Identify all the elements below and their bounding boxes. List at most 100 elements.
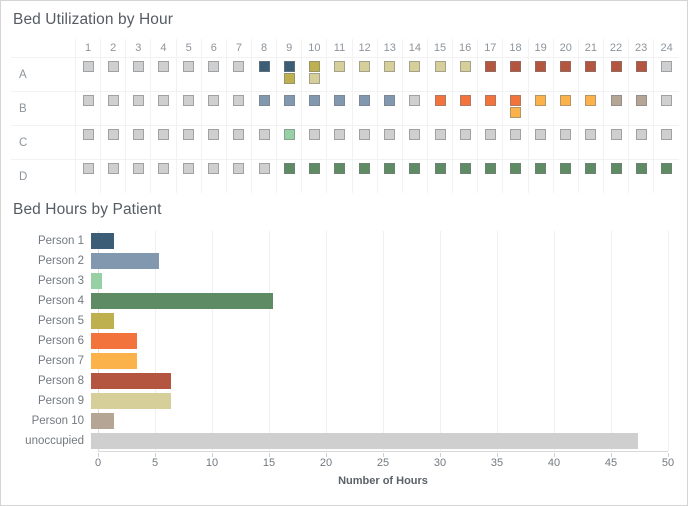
utilization-cell-b-19[interactable]: [527, 91, 554, 126]
bar-fill-person-1[interactable]: [91, 233, 114, 249]
utilization-cell-b-11[interactable]: [326, 91, 353, 126]
bar-fill-person-9[interactable]: [91, 393, 171, 409]
utilization-cell-a-9[interactable]: [276, 57, 302, 92]
utilization-cell-d-18[interactable]: [502, 159, 529, 193]
utilization-cell-a-5[interactable]: [175, 57, 202, 92]
utilization-cell-b-1[interactable]: [74, 91, 101, 126]
utilization-cell-b-2[interactable]: [100, 91, 126, 126]
utilization-cell-a-11[interactable]: [326, 57, 353, 92]
utilization-cell-d-9[interactable]: [276, 159, 302, 193]
utilization-cell-c-5[interactable]: [175, 125, 202, 160]
utilization-cell-a-14[interactable]: [401, 57, 428, 92]
utilization-cell-c-8[interactable]: [250, 125, 277, 160]
utilization-cell-d-20[interactable]: [552, 159, 579, 193]
utilization-cell-a-17[interactable]: [477, 57, 503, 92]
utilization-cell-a-1[interactable]: [74, 57, 101, 92]
utilization-cell-d-14[interactable]: [401, 159, 428, 193]
bar-fill-person-7[interactable]: [91, 353, 137, 369]
utilization-cell-a-3[interactable]: [125, 57, 151, 92]
utilization-cell-a-10[interactable]: [301, 57, 327, 92]
utilization-cell-a-4[interactable]: [150, 57, 177, 92]
utilization-cell-b-20[interactable]: [552, 91, 579, 126]
bar-row[interactable]: Person 8: [11, 371, 679, 391]
utilization-cell-d-8[interactable]: [250, 159, 277, 193]
utilization-cell-c-23[interactable]: [628, 125, 654, 160]
bar-row[interactable]: Person 4: [11, 291, 679, 311]
utilization-cell-a-24[interactable]: [653, 57, 679, 92]
bar-row[interactable]: Person 10: [11, 411, 679, 431]
utilization-cell-b-16[interactable]: [452, 91, 478, 126]
utilization-cell-b-3[interactable]: [125, 91, 151, 126]
utilization-cell-d-1[interactable]: [74, 159, 101, 193]
utilization-cell-d-3[interactable]: [125, 159, 151, 193]
utilization-cell-c-16[interactable]: [452, 125, 478, 160]
utilization-cell-d-6[interactable]: [200, 159, 227, 193]
utilization-cell-c-20[interactable]: [552, 125, 579, 160]
utilization-cell-b-6[interactable]: [200, 91, 227, 126]
utilization-cell-d-16[interactable]: [452, 159, 478, 193]
bar-row[interactable]: Person 1: [11, 231, 679, 251]
utilization-cell-c-12[interactable]: [351, 125, 378, 160]
bar-row[interactable]: Person 6: [11, 331, 679, 351]
utilization-cell-c-18[interactable]: [502, 125, 529, 160]
utilization-cell-c-17[interactable]: [477, 125, 503, 160]
utilization-cell-d-22[interactable]: [602, 159, 629, 193]
utilization-cell-b-12[interactable]: [351, 91, 378, 126]
bar-fill-person-3[interactable]: [91, 273, 103, 289]
utilization-cell-a-8[interactable]: [250, 57, 277, 92]
utilization-cell-a-22[interactable]: [602, 57, 629, 92]
utilization-cell-b-7[interactable]: [225, 91, 252, 126]
bar-fill-person-5[interactable]: [91, 313, 114, 329]
utilization-cell-d-17[interactable]: [477, 159, 503, 193]
utilization-cell-a-20[interactable]: [552, 57, 579, 92]
bar-fill-unoccupied[interactable]: [91, 433, 639, 449]
utilization-cell-b-5[interactable]: [175, 91, 202, 126]
utilization-cell-d-21[interactable]: [577, 159, 604, 193]
utilization-cell-a-23[interactable]: [628, 57, 654, 92]
utilization-cell-b-9[interactable]: [276, 91, 302, 126]
utilization-cell-a-13[interactable]: [376, 57, 403, 92]
utilization-cell-c-9[interactable]: [276, 125, 302, 160]
bar-fill-person-10[interactable]: [91, 413, 114, 429]
bar-fill-person-2[interactable]: [91, 253, 160, 269]
utilization-cell-c-22[interactable]: [602, 125, 629, 160]
utilization-cell-c-10[interactable]: [301, 125, 327, 160]
utilization-cell-b-18[interactable]: [502, 91, 529, 126]
utilization-cell-b-17[interactable]: [477, 91, 503, 126]
utilization-cell-a-16[interactable]: [452, 57, 478, 92]
bar-row[interactable]: unoccupied: [11, 431, 679, 451]
utilization-cell-d-10[interactable]: [301, 159, 327, 193]
utilization-cell-d-2[interactable]: [100, 159, 126, 193]
utilization-cell-a-7[interactable]: [225, 57, 252, 92]
utilization-cell-b-4[interactable]: [150, 91, 177, 126]
utilization-cell-c-2[interactable]: [100, 125, 126, 160]
utilization-cell-c-4[interactable]: [150, 125, 177, 160]
utilization-cell-d-4[interactable]: [150, 159, 177, 193]
utilization-cell-c-6[interactable]: [200, 125, 227, 160]
utilization-cell-b-21[interactable]: [577, 91, 604, 126]
utilization-cell-d-5[interactable]: [175, 159, 202, 193]
utilization-cell-a-21[interactable]: [577, 57, 604, 92]
utilization-cell-c-19[interactable]: [527, 125, 554, 160]
utilization-cell-b-10[interactable]: [301, 91, 327, 126]
bar-fill-person-8[interactable]: [91, 373, 171, 389]
utilization-cell-c-3[interactable]: [125, 125, 151, 160]
utilization-cell-b-15[interactable]: [426, 91, 453, 126]
utilization-cell-a-12[interactable]: [351, 57, 378, 92]
bar-fill-person-4[interactable]: [91, 293, 274, 309]
bar-row[interactable]: Person 2: [11, 251, 679, 271]
utilization-cell-d-24[interactable]: [653, 159, 679, 193]
bar-row[interactable]: Person 9: [11, 391, 679, 411]
utilization-cell-d-19[interactable]: [527, 159, 554, 193]
utilization-cell-c-21[interactable]: [577, 125, 604, 160]
utilization-cell-b-8[interactable]: [250, 91, 277, 126]
bar-row[interactable]: Person 5: [11, 311, 679, 331]
bar-fill-person-6[interactable]: [91, 333, 137, 349]
utilization-cell-d-23[interactable]: [628, 159, 654, 193]
utilization-cell-d-13[interactable]: [376, 159, 403, 193]
utilization-cell-d-12[interactable]: [351, 159, 378, 193]
utilization-cell-a-2[interactable]: [100, 57, 126, 92]
bar-row[interactable]: Person 7: [11, 351, 679, 371]
utilization-cell-c-1[interactable]: [74, 125, 101, 160]
utilization-cell-d-11[interactable]: [326, 159, 353, 193]
